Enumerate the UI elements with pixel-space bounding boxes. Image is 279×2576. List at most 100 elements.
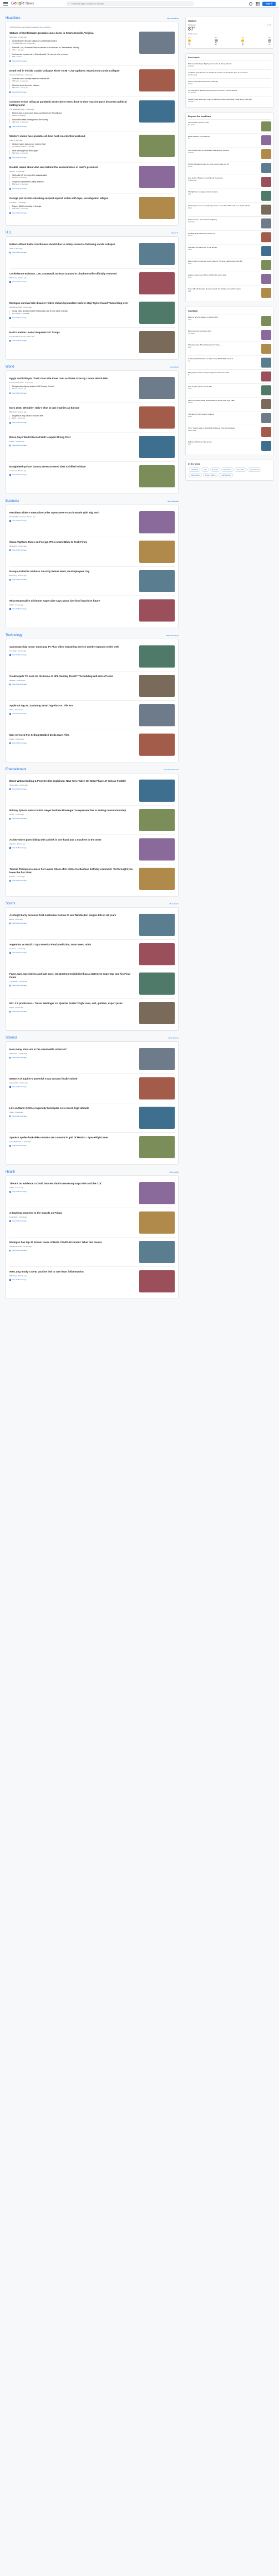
apps-icon[interactable]: [256, 2, 260, 6]
full-coverage-link[interactable]: View Full Coverage: [9, 788, 136, 790]
search-icon[interactable]: ⌕: [68, 2, 69, 5]
story-title[interactable]: NIH Lung 'Body' COVID vaccine link to ra…: [9, 1270, 136, 1274]
spotlight-item-title[interactable]: 'Pink': Tears & Heat: A Spinoff Of Holly…: [188, 427, 260, 429]
more-link[interactable]: More Entertainment: [164, 768, 179, 771]
full-coverage-label[interactable]: View Full Coverage: [12, 683, 27, 685]
beyond-headlines-item-title[interactable]: Where I lived, I was reduced to fighting: [188, 218, 260, 221]
full-coverage-label[interactable]: View Full Coverage: [12, 444, 27, 446]
spotlight-thumbnail[interactable]: [261, 344, 271, 354]
spotlight-thumbnail[interactable]: [261, 399, 271, 409]
full-coverage-label[interactable]: View Full Coverage: [12, 281, 27, 283]
spotlight-item-title[interactable]: Delivery of Pontoon: Bay at Sea: [188, 441, 260, 443]
beyond-headlines-item-title[interactable]: The fight over an aging national treasur…: [188, 191, 260, 193]
full-coverage-label[interactable]: View Full Coverage: [12, 187, 27, 190]
story-title[interactable]: Mystery of Jupiter's powerful X-ray auro…: [9, 1077, 136, 1081]
beyond-headlines-thumbnail[interactable]: [261, 135, 271, 145]
story-title[interactable]: Banque Failed to Address Security Before…: [9, 570, 136, 573]
full-coverage-label[interactable]: View Full Coverage: [12, 339, 27, 342]
story-title[interactable]: What McDonald's minimum wage raise says …: [9, 599, 136, 603]
story-thumbnail[interactable]: [139, 780, 175, 802]
spotlight-thumbnail[interactable]: [261, 385, 271, 395]
story-title[interactable]: Michigan has top 30 known cases of Delta…: [9, 1241, 136, 1244]
story-title[interactable]: Ashley Olsen goes hiking with a drink in…: [9, 838, 136, 842]
beyond-headlines-item[interactable]: Biden's plan to meet and mend 'I leaving…: [188, 258, 271, 272]
full-coverage-label[interactable]: View Full Coverage: [12, 60, 27, 62]
story-title[interactable]: George poll invests shooting suspect inj…: [9, 197, 136, 200]
story-thumbnail[interactable]: [139, 838, 175, 861]
full-coverage-label[interactable]: View Full Coverage: [12, 421, 27, 424]
story-thumbnail[interactable]: [139, 541, 175, 563]
full-coverage-link[interactable]: View Full Coverage: [9, 421, 136, 424]
story-title[interactable]: Doubts raised about who was behind the a…: [9, 166, 136, 169]
story-title[interactable]: China Tightens Rules on Foreign IPOs in …: [9, 541, 136, 544]
spotlight-item-title[interactable]: Fins in the Suez Canal. & 6000 stars rig…: [188, 399, 260, 401]
full-coverage-label[interactable]: View Full Coverage: [12, 922, 27, 924]
full-coverage-link[interactable]: View Full Coverage: [9, 212, 136, 214]
story-title[interactable]: Could Apple TV soon be the home of NFL S…: [9, 675, 136, 678]
story-thumbnail[interactable]: [139, 868, 175, 890]
story-title[interactable]: Bangladesh prison factory seven arrested…: [9, 465, 136, 469]
full-coverage-label[interactable]: View Full Coverage: [12, 1086, 27, 1088]
story-thumbnail[interactable]: [139, 197, 175, 219]
full-coverage-label[interactable]: View Full Coverage: [12, 654, 27, 656]
beyond-headlines-item-title[interactable]: Love Family Fund for Caribbean Clean Ene…: [188, 149, 260, 151]
related-story[interactable]: Biden's door-to-door push draws pushback…: [9, 112, 136, 117]
spotlight-thumbnail[interactable]: [261, 427, 271, 437]
full-coverage-link[interactable]: View Full Coverage: [9, 251, 136, 253]
more-link[interactable]: More Business: [168, 500, 179, 502]
full-coverage-label[interactable]: View Full Coverage: [12, 817, 27, 819]
more-link[interactable]: More U.S.: [171, 232, 179, 234]
full-coverage-label[interactable]: View Full Coverage: [12, 608, 27, 610]
story-title[interactable]: Historic Black Baltic courthouse should …: [9, 243, 136, 246]
story-title[interactable]: Haiti's Interim Leader Requests US Troop…: [9, 331, 136, 334]
related-story[interactable]: Haiti asks US for troops after assassina…: [9, 174, 136, 179]
beyond-headlines-item[interactable]: The Invisible pollution in US The Atlanti…: [188, 119, 271, 133]
section-title[interactable]: Headlines: [6, 17, 21, 20]
full-coverage-label[interactable]: View Full Coverage: [12, 392, 27, 394]
story-thumbnail[interactable]: [139, 1002, 175, 1024]
full-coverage-label[interactable]: View Full Coverage: [12, 125, 27, 128]
story-title[interactable]: Common sense ruling as pandemic restrict…: [9, 100, 136, 107]
full-coverage-link[interactable]: View Full Coverage: [9, 879, 136, 882]
full-coverage-label[interactable]: View Full Coverage: [12, 251, 27, 253]
fact-check-item-title[interactable]: NIH needs funding in fighting virus befo…: [188, 63, 271, 65]
full-coverage-link[interactable]: View Full Coverage: [9, 1220, 136, 1222]
section-title[interactable]: U.S.: [6, 231, 12, 235]
beyond-headlines-item[interactable]: Scientists find 'tooth trap' in one anim…: [188, 244, 271, 258]
related-story[interactable]: Robert E. Lee, Stonewall Jackson statues…: [9, 47, 136, 52]
full-coverage-label[interactable]: View Full Coverage: [12, 712, 27, 715]
story-title[interactable]: There's no evidence a Covid booster shot…: [9, 1182, 136, 1185]
story-thumbnail[interactable]: [139, 1048, 175, 1070]
spotlight-item-title[interactable]: How to get a 'perfect' on the ball: [188, 385, 260, 388]
fact-check-item[interactable]: Fauci's NIPH (Research Fund in Wuhan) Sno…: [188, 78, 271, 87]
full-coverage-label[interactable]: View Full Coverage: [12, 1249, 27, 1251]
story-thumbnail[interactable]: [139, 809, 175, 831]
fact-check-item-title[interactable]: No evidence of gasoline more than from t…: [188, 89, 271, 91]
story-title[interactable]: Western states face possible all-time he…: [9, 135, 136, 138]
story-thumbnail[interactable]: [139, 943, 175, 965]
story-title[interactable]: Ashleigh Barty becomes first Australian …: [9, 914, 136, 917]
full-coverage-link[interactable]: View Full Coverage: [9, 847, 136, 849]
story-title[interactable]: Spanish spider-look-alike remains are a …: [9, 1136, 136, 1139]
story-title[interactable]: Man Arrested For Selling Modded Zelda Sa…: [9, 734, 136, 737]
beyond-headlines-thumbnail[interactable]: [261, 288, 271, 298]
beyond-headlines-item-title[interactable]: Will the Pentagon's plans for more money…: [188, 163, 260, 165]
beyond-headlines-item[interactable]: Hastes on-the-road: CDC's COVID-19's rea…: [188, 272, 271, 286]
full-coverage-label[interactable]: View Full Coverage: [12, 212, 27, 214]
story-title[interactable]: Statues of Confederate generals come dow…: [9, 32, 136, 35]
beyond-headlines-item[interactable]: Where I lived, I was reduced to fighting…: [188, 216, 271, 230]
story-thumbnail[interactable]: [139, 69, 175, 91]
story-title[interactable]: Confederate Robert E. Lee, Stonewall Jac…: [9, 272, 136, 276]
beyond-headlines-item[interactable]: Love Family Fund for Caribbean Clean Ene…: [188, 147, 271, 161]
full-coverage-label[interactable]: View Full Coverage: [12, 549, 27, 551]
beyond-headlines-item[interactable]: Some Who Be Decided Recovery Stuck Are K…: [188, 286, 271, 299]
full-coverage-link[interactable]: View Full Coverage: [9, 712, 136, 715]
story-thumbnail[interactable]: [139, 599, 175, 622]
full-coverage-link[interactable]: View Full Coverage: [9, 1279, 136, 1281]
story-thumbnail[interactable]: [139, 973, 175, 995]
story-thumbnail[interactable]: [139, 1211, 175, 1234]
full-coverage-label[interactable]: View Full Coverage: [12, 1010, 27, 1012]
full-coverage-label[interactable]: View Full Coverage: [12, 1220, 27, 1222]
full-coverage-label[interactable]: View Full Coverage: [12, 520, 27, 522]
logo[interactable]: Google News: [11, 2, 34, 6]
